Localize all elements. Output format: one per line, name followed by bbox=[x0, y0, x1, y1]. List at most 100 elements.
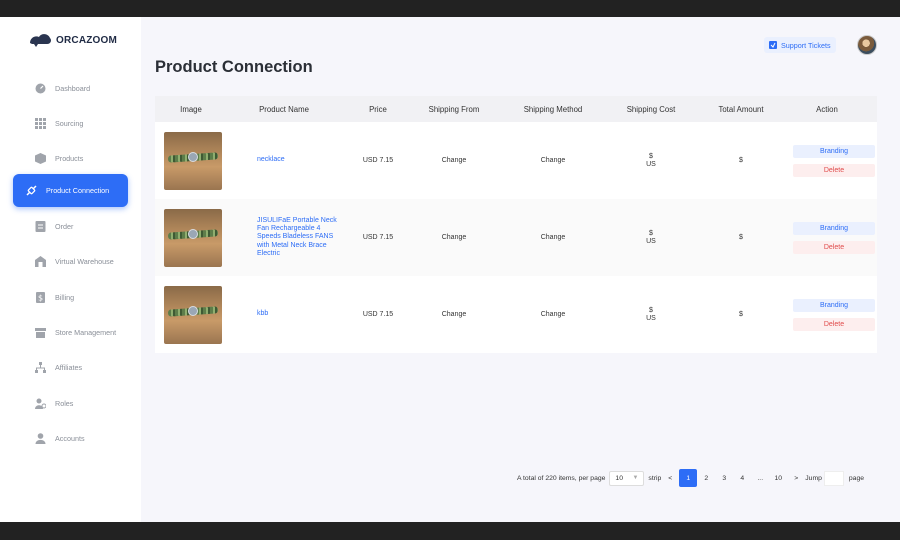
sidebar-item-label: Product Connection bbox=[46, 186, 110, 195]
delete-button[interactable]: Delete bbox=[793, 317, 875, 331]
orca-logo-icon bbox=[30, 34, 51, 47]
action-cell: Branding Delete bbox=[793, 221, 875, 254]
shipping-cost-region: US bbox=[646, 160, 656, 168]
per-page-select[interactable]: 10 ▼ bbox=[609, 470, 645, 486]
link-icon bbox=[26, 185, 37, 196]
sidebar-item-products[interactable]: Products bbox=[13, 142, 128, 175]
logo-text: ORCAZOOM bbox=[56, 35, 117, 46]
sidebar-item-store-management[interactable]: Store Management bbox=[13, 316, 128, 349]
shipping-from-change-link[interactable]: Change bbox=[415, 311, 493, 318]
sidebar-item-virtual-warehouse[interactable]: Virtual Warehouse bbox=[13, 245, 128, 278]
branding-button[interactable]: Branding bbox=[793, 298, 875, 312]
shipping-method-change-link[interactable]: Change bbox=[493, 157, 613, 164]
sidebar-item-label: Roles bbox=[55, 399, 74, 408]
sidebar-item-product-connection[interactable]: Product Connection bbox=[13, 174, 128, 207]
sidebar-item-roles[interactable]: Roles bbox=[13, 387, 128, 420]
user-avatar[interactable] bbox=[857, 35, 877, 55]
page-title: Product Connection bbox=[155, 58, 313, 76]
account-icon bbox=[35, 433, 46, 444]
column-header-price: Price bbox=[369, 104, 387, 114]
product-image[interactable] bbox=[164, 208, 222, 267]
product-connection-table: Image Product Name Price Shipping From S… bbox=[155, 96, 877, 353]
support-tickets-label: Support Tickets bbox=[781, 40, 831, 50]
pagination-total-text: A total of 220 items, per page bbox=[517, 474, 606, 482]
pagination-strip-label: strip bbox=[648, 474, 662, 482]
column-header-shipping-cost: Shipping Cost bbox=[626, 104, 676, 114]
sidebar-item-accounts[interactable]: Accounts bbox=[13, 422, 128, 455]
jump-page-input[interactable] bbox=[823, 470, 844, 486]
page-button-1[interactable]: 1 bbox=[679, 469, 698, 487]
page-button-4[interactable]: 4 bbox=[733, 469, 751, 487]
column-header-total-amount: Total Amount bbox=[718, 104, 764, 114]
sidebar-item-billing[interactable]: $ Billing bbox=[13, 281, 128, 314]
pagination: A total of 220 items, per page 10 ▼ strip… bbox=[517, 469, 864, 487]
action-cell: Branding Delete bbox=[793, 144, 875, 177]
shipping-cost-value: $ bbox=[649, 229, 653, 237]
prev-page-button[interactable]: < bbox=[661, 469, 679, 487]
sidebar-item-label: Accounts bbox=[55, 434, 85, 443]
shipping-cost-cell: $ US bbox=[613, 307, 689, 323]
sidebar-item-label: Affiliates bbox=[55, 363, 83, 372]
box-icon bbox=[35, 153, 46, 164]
page-button-10[interactable]: 10 bbox=[769, 469, 787, 487]
next-page-button[interactable]: > bbox=[787, 469, 805, 487]
sidebar-item-label: Products bbox=[55, 154, 84, 163]
jump-label: Jump bbox=[805, 474, 822, 482]
product-name-link[interactable]: necklace bbox=[257, 156, 285, 163]
roles-icon bbox=[35, 398, 47, 409]
branding-button[interactable]: Branding bbox=[793, 144, 875, 158]
column-header-action: Action bbox=[816, 104, 838, 114]
table-header: Image Product Name Price Shipping From S… bbox=[155, 96, 877, 122]
sidebar-item-label: Sourcing bbox=[55, 119, 84, 128]
grid-icon bbox=[35, 118, 46, 129]
product-image-cell bbox=[155, 285, 227, 344]
shipping-cost-region: US bbox=[646, 237, 656, 245]
affiliates-icon bbox=[35, 362, 46, 373]
logo[interactable]: ORCAZOOM bbox=[28, 32, 117, 48]
product-image-cell bbox=[155, 208, 227, 267]
page-button-3[interactable]: 3 bbox=[715, 469, 733, 487]
product-image[interactable] bbox=[164, 285, 222, 344]
sidebar-item-order[interactable]: Order bbox=[13, 210, 128, 243]
sidebar-item-label: Store Management bbox=[55, 328, 117, 337]
delete-button[interactable]: Delete bbox=[793, 240, 875, 254]
shipping-method-change-link[interactable]: Change bbox=[493, 234, 613, 241]
shipping-cost-region: US bbox=[646, 314, 656, 322]
table-row: necklace USD 7.15 Change Change $ US $ Br… bbox=[155, 122, 877, 199]
billing-icon: $ bbox=[35, 292, 46, 303]
logo-zoom: ZOOM bbox=[86, 34, 118, 46]
price-cell: USD 7.15 bbox=[362, 311, 394, 318]
product-image-cell bbox=[155, 131, 227, 190]
product-name-link[interactable]: JISULIFaE Portable Neck Fan Rechargeable… bbox=[257, 217, 337, 257]
product-name-link[interactable]: kbb bbox=[257, 310, 268, 317]
per-page-value: 10 bbox=[615, 474, 623, 482]
warehouse-icon bbox=[35, 256, 46, 267]
app-window: ORCAZOOM Dashboard Sourcing Products Pro… bbox=[0, 17, 900, 522]
total-amount-cell: $ bbox=[739, 311, 743, 318]
page-button-2[interactable]: 2 bbox=[697, 469, 715, 487]
shipping-cost-cell: $ US bbox=[613, 230, 689, 246]
logo-orca: ORCA bbox=[56, 34, 87, 46]
support-tickets-button[interactable]: Support Tickets bbox=[764, 37, 836, 53]
sidebar-item-affiliates[interactable]: Affiliates bbox=[13, 351, 128, 384]
sidebar-item-sourcing[interactable]: Sourcing bbox=[13, 107, 128, 140]
column-header-product-name: Product Name bbox=[259, 104, 309, 114]
branding-button[interactable]: Branding bbox=[793, 221, 875, 235]
price-cell: USD 7.15 bbox=[362, 157, 394, 164]
delete-button[interactable]: Delete bbox=[793, 163, 875, 177]
table-row: JISULIFaE Portable Neck Fan Rechargeable… bbox=[155, 199, 877, 276]
shipping-cost-cell: $ US bbox=[613, 153, 689, 169]
shipping-from-change-link[interactable]: Change bbox=[415, 157, 493, 164]
sidebar-item-dashboard[interactable]: Dashboard bbox=[13, 72, 128, 105]
page-ellipsis[interactable]: ... bbox=[751, 469, 769, 487]
store-icon bbox=[35, 327, 46, 338]
order-icon bbox=[35, 221, 46, 232]
shipping-method-change-link[interactable]: Change bbox=[493, 311, 613, 318]
page-word-label: page bbox=[848, 474, 865, 482]
sidebar-item-label: Virtual Warehouse bbox=[55, 257, 114, 266]
shipping-from-change-link[interactable]: Change bbox=[415, 234, 493, 241]
product-image[interactable] bbox=[164, 131, 222, 190]
price-cell: USD 7.15 bbox=[362, 234, 394, 241]
svg-text:$: $ bbox=[38, 294, 43, 303]
column-header-shipping-from: Shipping From bbox=[428, 104, 480, 114]
